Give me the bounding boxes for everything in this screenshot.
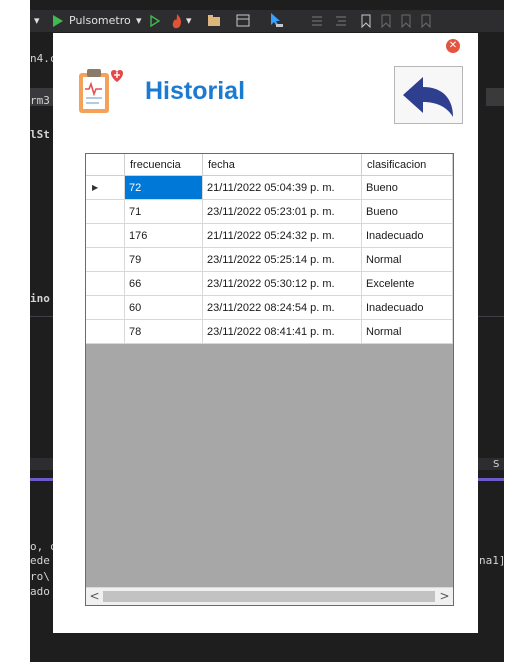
cell-frecuencia[interactable]: 66: [125, 272, 203, 296]
row-header[interactable]: [86, 272, 125, 296]
cell-fecha[interactable]: 23/11/2022 08:24:54 p. m.: [203, 296, 362, 320]
right-text-2: na1]: [479, 554, 504, 567]
cell-fecha[interactable]: 21/11/2022 05:04:39 p. m.: [203, 176, 362, 200]
scrollbar-thumb[interactable]: [103, 591, 435, 602]
cell-frecuencia[interactable]: 72: [125, 176, 203, 200]
cell-frecuencia[interactable]: 176: [125, 224, 203, 248]
prev-bookmark-icon[interactable]: [380, 10, 392, 32]
run-target-label[interactable]: Pulsometro: [69, 10, 131, 32]
right-text-1: S: [493, 459, 500, 470]
hot-reload-dropdown-icon[interactable]: ▾: [186, 10, 192, 32]
cell-fecha[interactable]: 23/11/2022 08:41:41 p. m.: [203, 320, 362, 344]
cell-fecha[interactable]: 23/11/2022 05:25:14 p. m.: [203, 248, 362, 272]
cell-fecha[interactable]: 21/11/2022 05:24:32 p. m.: [203, 224, 362, 248]
column-header-frecuencia[interactable]: frecuencia: [125, 154, 203, 176]
step-cursor-icon[interactable]: [268, 10, 284, 32]
scroll-right-icon[interactable]: >: [436, 588, 453, 605]
page-title: Historial: [145, 77, 246, 105]
run-button[interactable]: [52, 10, 64, 32]
history-data-grid[interactable]: frecuencia fecha clasificacion ▶ 72 21/1…: [85, 153, 454, 606]
side-text-3: lSt: [30, 128, 50, 141]
back-button[interactable]: [394, 66, 463, 124]
clipboard-heart-icon: [79, 69, 123, 113]
play-outline-icon: [150, 14, 161, 28]
row-header[interactable]: [86, 224, 125, 248]
cell-clasificacion[interactable]: Bueno: [362, 176, 453, 200]
side-text-7: ro\: [30, 570, 50, 583]
column-header-clasificacion[interactable]: clasificacion: [362, 154, 453, 176]
cell-frecuencia[interactable]: 79: [125, 248, 203, 272]
comment-lines-icon[interactable]: [310, 10, 324, 32]
horizontal-scrollbar[interactable]: < >: [86, 587, 453, 605]
historial-dialog: ✕ Historial frecuencia fecha clasificaci…: [53, 33, 478, 633]
row-header[interactable]: [86, 200, 125, 224]
folder-icon[interactable]: [207, 10, 221, 32]
side-text-8: ado: [30, 585, 50, 598]
row-header[interactable]: [86, 320, 125, 344]
cell-fecha[interactable]: 23/11/2022 05:23:01 p. m.: [203, 200, 362, 224]
cell-frecuencia[interactable]: 71: [125, 200, 203, 224]
editor-tab-strip-right: [486, 88, 504, 106]
cell-frecuencia[interactable]: 60: [125, 296, 203, 320]
next-bookmark-icon[interactable]: [400, 10, 412, 32]
undo-arrow-icon: [403, 77, 453, 117]
cell-clasificacion[interactable]: Normal: [362, 320, 453, 344]
cell-fecha[interactable]: 23/11/2022 05:30:12 p. m.: [203, 272, 362, 296]
cell-frecuencia[interactable]: 78: [125, 320, 203, 344]
cell-clasificacion[interactable]: Normal: [362, 248, 453, 272]
side-text-2: rm3: [30, 94, 50, 107]
cell-clasificacion[interactable]: Inadecuado: [362, 296, 453, 320]
column-header-fecha[interactable]: fecha: [203, 154, 362, 176]
hot-reload-button[interactable]: [170, 10, 184, 32]
bookmark-icon[interactable]: [360, 10, 372, 32]
grid-header-row: frecuencia fecha clasificacion: [86, 154, 453, 176]
clear-bookmarks-icon[interactable]: [420, 10, 432, 32]
side-text-6: ede: [30, 554, 50, 567]
cell-clasificacion[interactable]: Bueno: [362, 200, 453, 224]
start-without-debug-button[interactable]: [149, 10, 161, 32]
row-header[interactable]: [86, 296, 125, 320]
grid-corner-header: [86, 154, 125, 176]
current-row-indicator-icon: ▶: [92, 183, 99, 192]
toolbar-dropdown-icon[interactable]: ▾: [34, 10, 40, 32]
cell-clasificacion[interactable]: Inadecuado: [362, 224, 453, 248]
cell-clasificacion[interactable]: Excelente: [362, 272, 453, 296]
uncomment-lines-icon[interactable]: [334, 10, 348, 32]
fire-icon: [172, 14, 181, 29]
window-layout-icon[interactable]: [236, 10, 250, 32]
scroll-left-icon[interactable]: <: [86, 588, 103, 605]
ide-toolbar: ▾ Pulsometro ▾ ▾: [30, 10, 504, 32]
row-header[interactable]: [86, 248, 125, 272]
side-text-4: ino: [30, 292, 50, 305]
close-icon[interactable]: ✕: [446, 39, 460, 53]
row-header[interactable]: ▶: [86, 176, 125, 200]
play-icon: [53, 15, 63, 27]
run-target-dropdown-icon[interactable]: ▾: [136, 10, 142, 32]
